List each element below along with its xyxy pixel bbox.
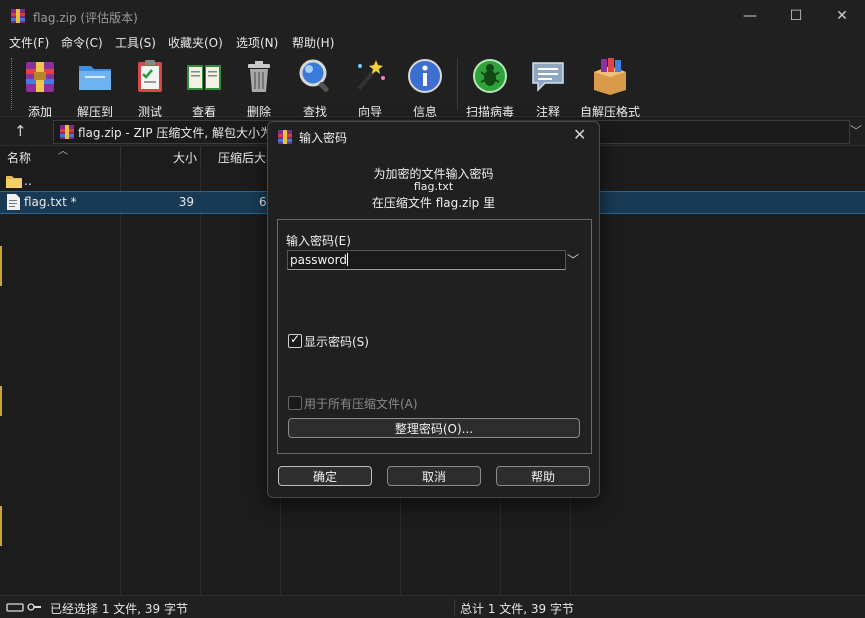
scan-virus-button[interactable]: 扫描病毒 (463, 56, 517, 119)
chevron-down-icon[interactable]: ﹀ (850, 122, 862, 139)
menu-options[interactable]: 选项(N) (236, 34, 278, 51)
dialog-filename: flag.txt (413, 180, 454, 193)
dialog-title: 输入密码 (299, 131, 348, 145)
menu-file[interactable]: 文件(F) (9, 34, 49, 51)
menu-help[interactable]: 帮助(H) (292, 34, 334, 51)
test-button[interactable]: 测试 (128, 56, 172, 119)
dialog-archive: 在压缩文件 flag.zip 里 (371, 196, 496, 210)
edge-accent (0, 386, 2, 416)
column-divider (200, 170, 201, 595)
text-file-icon (7, 194, 20, 210)
scan-virus-icon (473, 59, 507, 93)
delete-trash-icon (248, 61, 270, 92)
wizard-wand-icon (357, 60, 385, 90)
column-size[interactable]: 大小 (121, 146, 201, 170)
cancel-button[interactable]: 取消 (387, 466, 481, 486)
edge-accent (0, 246, 2, 286)
info-icon (408, 59, 442, 93)
menu-tools[interactable]: 工具(S) (115, 34, 156, 51)
status-total: 总计 1 文件, 39 字节 (460, 602, 574, 616)
comment-bubble-icon (532, 62, 564, 92)
extract-to-button[interactable]: 解压到 (73, 56, 117, 119)
find-magnifier-icon (299, 59, 329, 92)
add-button[interactable]: 添加 (18, 56, 62, 119)
file-packed-size: 6 (259, 195, 267, 209)
extract-to-folder-icon (79, 66, 111, 90)
winrar-window: flag.zip (评估版本) — ☐ ✕ 文件(F) 命令(C) 工具(S) … (0, 0, 865, 618)
toolbar: 添加 解压到 测试 查看 删除 查找 向导 信息 扫描病毒 注释 自解压格式 (0, 52, 865, 119)
toolbar-separator (457, 58, 458, 110)
file-name: .. (24, 174, 32, 188)
drive-key-icon (6, 603, 41, 612)
text-caret (346, 253, 348, 266)
archive-icon (60, 125, 74, 139)
password-label: 输入密码(E) (286, 234, 351, 248)
menu-commands[interactable]: 命令(C) (61, 34, 103, 51)
winrar-logo-icon (278, 130, 292, 144)
winrar-logo-icon (11, 9, 25, 23)
sfx-box-icon (594, 58, 626, 95)
chevron-down-icon[interactable]: ﹀ (564, 250, 582, 270)
sfx-button[interactable]: 自解压格式 (578, 56, 642, 119)
sort-up-icon: ︿ (58, 146, 68, 157)
show-password-checkbox[interactable] (288, 332, 302, 348)
view-book-icon (187, 65, 221, 90)
password-input[interactable]: password (287, 250, 566, 270)
test-clipboard-icon (138, 60, 162, 92)
edge-accent (0, 506, 2, 546)
address-text: flag.zip - ZIP 压缩文件, 解包大小为 (78, 126, 272, 140)
menu-bar: 文件(F) 命令(C) 工具(S) 收藏夹(O) 选项(N) 帮助(H) (0, 32, 865, 52)
password-value: password (290, 253, 347, 267)
comment-button[interactable]: 注释 (526, 56, 570, 119)
minimize-button[interactable]: — (727, 0, 773, 32)
column-name[interactable]: 名称 ︿ (0, 146, 121, 170)
info-button[interactable]: 信息 (403, 56, 447, 119)
window-title: flag.zip (评估版本) (33, 11, 138, 25)
file-name: flag.txt * (24, 195, 77, 209)
help-button[interactable]: 帮助 (496, 466, 590, 486)
up-arrow-icon[interactable]: ↑ (14, 122, 27, 140)
toolbar-grip[interactable] (11, 58, 14, 110)
ok-button[interactable]: 确定 (278, 466, 372, 486)
add-archive-icon (26, 62, 54, 92)
close-icon[interactable]: ✕ (573, 125, 586, 144)
view-button[interactable]: 查看 (182, 56, 226, 119)
folder-icon (6, 176, 22, 188)
organize-passwords-button[interactable]: 整理密码(O)... (288, 418, 580, 438)
password-dialog: 输入密码 ✕ 为加密的文件输入密码 flag.txt 在压缩文件 flag.zi… (267, 121, 600, 498)
status-bar: 已经选择 1 文件, 39 字节 总计 1 文件, 39 字节 (0, 595, 865, 618)
maximize-button[interactable]: ☐ (773, 0, 819, 32)
title-bar: flag.zip (评估版本) — ☐ ✕ (0, 0, 865, 32)
column-divider (120, 170, 121, 595)
wizard-button[interactable]: 向导 (348, 56, 392, 119)
find-button[interactable]: 查找 (293, 56, 337, 119)
delete-button[interactable]: 删除 (237, 56, 281, 119)
menu-favorites[interactable]: 收藏夹(O) (168, 34, 223, 51)
password-group: 输入密码(E) password ﹀ 显示密码(S) 用于所有压缩文件(A) 整… (277, 219, 592, 454)
show-password-label[interactable]: 显示密码(S) (304, 333, 369, 350)
status-divider (454, 599, 455, 615)
use-for-all-label[interactable]: 用于所有压缩文件(A) (304, 395, 418, 412)
file-size: 39 (178, 195, 194, 209)
use-for-all-checkbox[interactable] (288, 396, 302, 410)
status-selected: 已经选择 1 文件, 39 字节 (50, 602, 188, 616)
close-window-button[interactable]: ✕ (819, 0, 865, 32)
